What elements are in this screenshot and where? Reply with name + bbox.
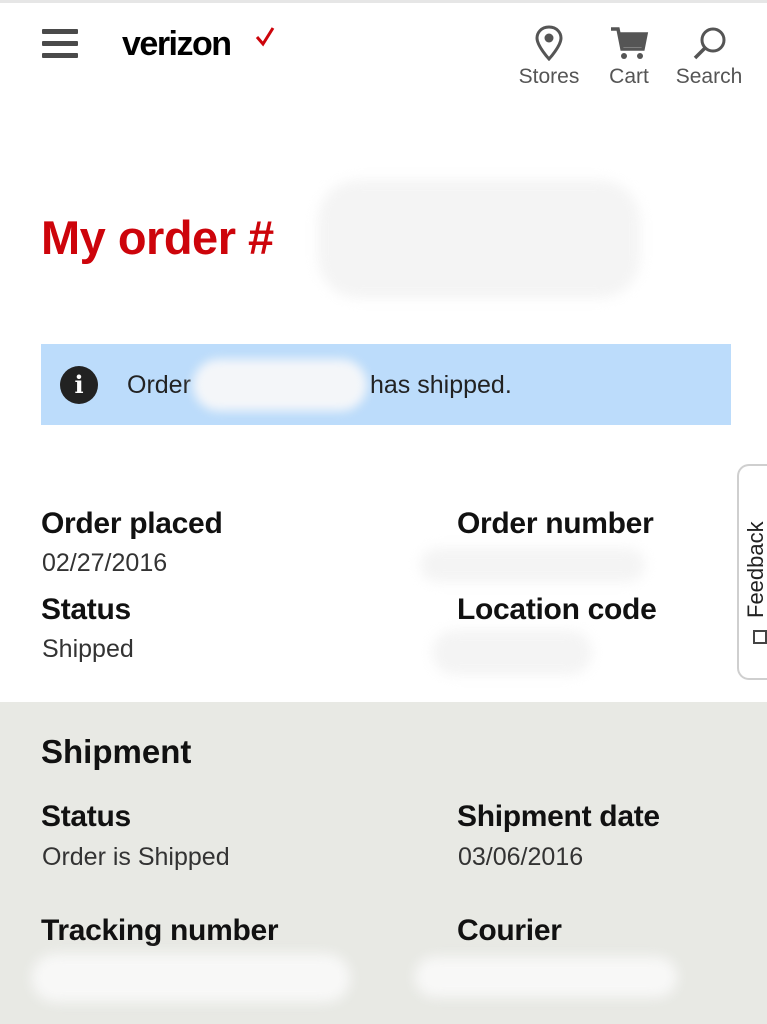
redacted-tracking-number [32, 954, 350, 1002]
nav-search[interactable]: Search [670, 25, 748, 89]
order-placed-value: 02/27/2016 [42, 549, 168, 577]
nav-search-label: Search [675, 65, 743, 88]
logo-checkmark-icon [255, 27, 275, 47]
feedback-icon [753, 630, 767, 644]
info-icon: i [60, 366, 98, 404]
order-status-value: Shipped [42, 635, 134, 663]
courier-label: Courier [457, 914, 562, 947]
cart-icon [611, 27, 649, 59]
shipment-status-value: Order is Shipped [42, 843, 230, 871]
banner-text-suffix: has shipped. [370, 371, 512, 399]
search-icon [693, 27, 726, 60]
nav-cart[interactable]: Cart [600, 25, 658, 89]
order-placed-label: Order placed [41, 507, 223, 540]
shipped-banner: i Order has shipped. [41, 344, 731, 425]
feedback-label: Feedback [743, 521, 767, 618]
shipment-status-label: Status [41, 800, 131, 833]
menu-icon[interactable] [42, 29, 78, 61]
tracking-number-label: Tracking number [41, 914, 279, 947]
redacted-location-code [432, 630, 592, 675]
banner-text-prefix: Order [127, 371, 191, 399]
feedback-tab[interactable]: Feedback [737, 464, 767, 680]
verizon-logo[interactable]: verizon [122, 25, 232, 64]
redacted-banner-order-id [193, 359, 367, 411]
shipment-date-value: 03/06/2016 [458, 843, 584, 871]
site-header: verizon Stores Cart Search [0, 3, 767, 103]
shipment-date-label: Shipment date [457, 800, 660, 833]
shipment-title: Shipment [41, 733, 192, 770]
redacted-order-number [420, 548, 645, 582]
redacted-courier [415, 957, 677, 997]
nav-stores[interactable]: Stores [512, 25, 586, 89]
location-code-label: Location code [457, 593, 657, 626]
nav-stores-label: Stores [518, 65, 580, 88]
order-status-label: Status [41, 593, 131, 626]
shipment-section: Shipment Status Order is Shipped Shipmen… [0, 702, 767, 1024]
nav-cart-label: Cart [609, 65, 649, 88]
page-title: My order # [41, 211, 274, 264]
redacted-order-id [318, 180, 640, 298]
order-number-label: Order number [457, 507, 654, 540]
map-pin-icon [535, 25, 563, 61]
